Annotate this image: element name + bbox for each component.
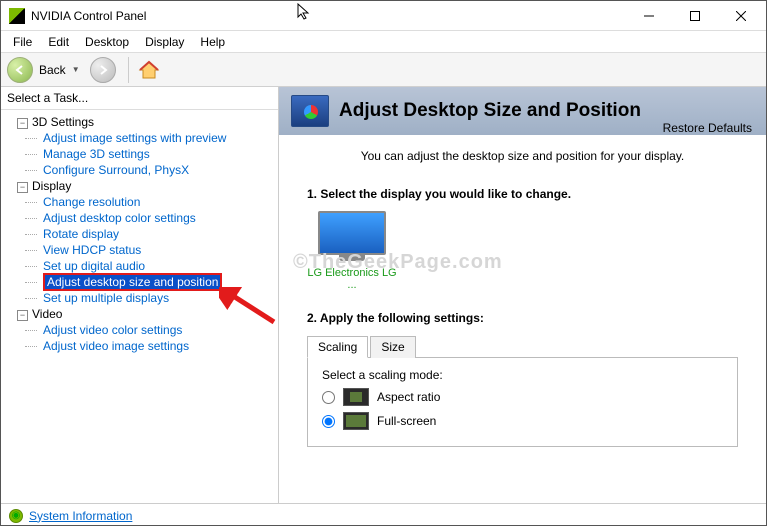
tree-item-desktop-color[interactable]: Adjust desktop color settings bbox=[3, 210, 276, 226]
tree-item-video-color[interactable]: Adjust video color settings bbox=[3, 322, 276, 338]
back-label: Back bbox=[39, 63, 66, 77]
minimize-button[interactable] bbox=[626, 1, 672, 31]
status-bar: ◉ System Information bbox=[1, 503, 766, 527]
forward-button[interactable] bbox=[90, 57, 116, 83]
tree-category-video[interactable]: −Video bbox=[3, 306, 276, 322]
restore-defaults-link[interactable]: Restore Defaults bbox=[663, 121, 752, 135]
display-label: LG Electronics LG ... bbox=[307, 267, 397, 291]
home-icon[interactable] bbox=[137, 60, 161, 80]
menu-desktop[interactable]: Desktop bbox=[77, 33, 137, 51]
maximize-button[interactable] bbox=[672, 1, 718, 31]
tree-item-desktop-size-position[interactable]: Adjust desktop size and position bbox=[3, 274, 276, 290]
tree-item-video-image[interactable]: Adjust video image settings bbox=[3, 338, 276, 354]
sidebar-header: Select a Task... bbox=[1, 87, 278, 110]
tree-item-multiple-displays[interactable]: Set up multiple displays bbox=[3, 290, 276, 306]
banner-icon bbox=[291, 95, 329, 127]
full-screen-icon bbox=[343, 412, 369, 430]
radio-aspect-ratio[interactable] bbox=[322, 391, 335, 404]
sidebar: Select a Task... −3D Settings Adjust ima… bbox=[1, 87, 279, 503]
collapse-icon[interactable]: − bbox=[17, 310, 28, 321]
window-title: NVIDIA Control Panel bbox=[31, 9, 146, 23]
nvidia-logo-icon bbox=[9, 8, 25, 24]
task-tree: −3D Settings Adjust image settings with … bbox=[1, 110, 278, 503]
collapse-icon[interactable]: − bbox=[17, 118, 28, 129]
tree-item-image-preview[interactable]: Adjust image settings with preview bbox=[3, 130, 276, 146]
title-bar: NVIDIA Control Panel bbox=[1, 1, 766, 31]
step2-heading: 2. Apply the following settings: bbox=[307, 311, 738, 325]
settings-tabs: Scaling Size bbox=[307, 335, 738, 358]
main-panel: Adjust Desktop Size and Position Restore… bbox=[279, 87, 766, 503]
tree-item-manage-3d[interactable]: Manage 3D settings bbox=[3, 146, 276, 162]
page-title: Adjust Desktop Size and Position bbox=[339, 100, 641, 122]
tab-content: Select a scaling mode: Aspect ratio Full… bbox=[307, 358, 738, 447]
back-dropdown-icon[interactable]: ▼ bbox=[72, 65, 80, 74]
toolbar-separator bbox=[128, 57, 129, 83]
tree-category-display[interactable]: −Display bbox=[3, 178, 276, 194]
tree-item-digital-audio[interactable]: Set up digital audio bbox=[3, 258, 276, 274]
system-information-link[interactable]: System Information bbox=[29, 509, 132, 523]
tab-size[interactable]: Size bbox=[370, 336, 415, 358]
close-button[interactable] bbox=[718, 1, 764, 31]
scaling-mode-label: Select a scaling mode: bbox=[322, 368, 723, 382]
collapse-icon[interactable]: − bbox=[17, 182, 28, 193]
menu-display[interactable]: Display bbox=[137, 33, 192, 51]
tree-item-rotate-display[interactable]: Rotate display bbox=[3, 226, 276, 242]
radio-full-screen[interactable] bbox=[322, 415, 335, 428]
step1-heading: 1. Select the display you would like to … bbox=[307, 187, 738, 201]
tree-item-change-resolution[interactable]: Change resolution bbox=[3, 194, 276, 210]
menu-edit[interactable]: Edit bbox=[40, 33, 77, 51]
option-aspect-ratio[interactable]: Aspect ratio bbox=[322, 388, 723, 406]
tree-item-hdcp-status[interactable]: View HDCP status bbox=[3, 242, 276, 258]
info-icon: ◉ bbox=[9, 509, 23, 523]
page-intro: You can adjust the desktop size and posi… bbox=[279, 135, 766, 177]
tree-item-surround-physx[interactable]: Configure Surround, PhysX bbox=[3, 162, 276, 178]
tab-scaling[interactable]: Scaling bbox=[307, 336, 368, 358]
menu-file[interactable]: File bbox=[5, 33, 40, 51]
menu-help[interactable]: Help bbox=[192, 33, 233, 51]
aspect-ratio-icon bbox=[343, 388, 369, 406]
display-thumbnail[interactable] bbox=[318, 211, 386, 263]
option-full-screen[interactable]: Full-screen bbox=[322, 412, 723, 430]
menu-bar: File Edit Desktop Display Help bbox=[1, 31, 766, 53]
back-button[interactable] bbox=[7, 57, 33, 83]
toolbar: Back ▼ bbox=[1, 53, 766, 87]
tree-category-3d[interactable]: −3D Settings bbox=[3, 114, 276, 130]
